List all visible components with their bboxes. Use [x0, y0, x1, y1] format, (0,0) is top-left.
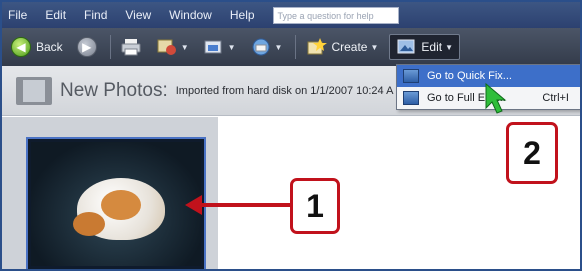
print-button[interactable]	[117, 33, 145, 61]
menu-window[interactable]: Window	[169, 8, 212, 22]
menu-bar: File Edit Find View Window Help Type a q…	[2, 2, 580, 28]
edit-button-label: Edit	[421, 40, 443, 54]
organize-icon	[157, 39, 176, 55]
menu-item-quick-fix[interactable]: Go to Quick Fix...	[397, 65, 580, 87]
chevron-down-icon: ▼	[370, 42, 379, 52]
cat-orange-patch	[73, 212, 105, 236]
edit-dropdown-menu: Go to Quick Fix... Go to Full Edit... Ct…	[396, 64, 580, 110]
cat-photo	[31, 142, 201, 266]
folder-icon	[204, 40, 222, 54]
quick-fix-icon	[403, 69, 419, 83]
back-button-label: Back	[36, 40, 63, 54]
chevron-down-icon: ▼	[445, 42, 454, 52]
callout-1: 1	[290, 178, 340, 234]
chevron-down-icon: ▼	[274, 42, 283, 52]
menu-item-label: Go to Quick Fix...	[427, 70, 512, 82]
email-button[interactable]: ▼	[247, 33, 286, 61]
edit-photo-icon	[397, 39, 415, 54]
import-info: Imported from hard disk on 1/1/2007 10:2…	[175, 84, 394, 97]
chevron-down-icon: ▼	[180, 42, 189, 52]
menu-view[interactable]: View	[125, 8, 151, 22]
toolbar-separator	[109, 35, 111, 59]
menu-edit[interactable]: Edit	[45, 8, 66, 22]
edit-button[interactable]: Edit ▼	[389, 34, 461, 60]
forward-button[interactable]: ▶	[74, 33, 100, 61]
full-edit-icon	[403, 91, 419, 105]
help-search-input[interactable]: Type a question for help	[272, 6, 399, 24]
menu-file[interactable]: File	[8, 8, 27, 22]
thumbnail-pane	[2, 117, 218, 269]
menu-item-label: Go to Full Edit...	[427, 92, 506, 104]
create-button[interactable]: Create ▼	[302, 33, 381, 61]
film-strip-icon	[16, 76, 52, 105]
toolbar: ◀ Back ▶ ▼ ▼ ▼ Create ▼ Edit ▼	[2, 28, 580, 66]
cat-orange-patch	[101, 190, 141, 220]
menu-item-full-edit[interactable]: Go to Full Edit... Ctrl+I	[397, 87, 580, 109]
create-button-label: Create	[331, 40, 368, 54]
create-star-icon	[307, 38, 328, 55]
back-arrow-icon: ◀	[11, 37, 31, 57]
menu-help[interactable]: Help	[230, 8, 255, 22]
menu-find[interactable]: Find	[84, 8, 107, 22]
photo-thumbnail[interactable]	[26, 137, 206, 269]
printer-icon	[121, 39, 141, 56]
toolbar-separator	[295, 35, 297, 59]
back-button[interactable]: ◀ Back	[8, 33, 66, 61]
callout-2: 2	[506, 122, 558, 184]
chevron-down-icon: ▼	[227, 42, 236, 52]
forward-arrow-icon: ▶	[76, 37, 97, 57]
menu-item-shortcut: Ctrl+I	[542, 92, 569, 104]
share-button[interactable]: ▼	[200, 33, 239, 61]
page-title: New Photos:	[60, 79, 168, 101]
app-window: File Edit Find View Window Help Type a q…	[0, 0, 582, 271]
email-globe-icon	[252, 38, 270, 56]
organize-button[interactable]: ▼	[153, 33, 192, 61]
